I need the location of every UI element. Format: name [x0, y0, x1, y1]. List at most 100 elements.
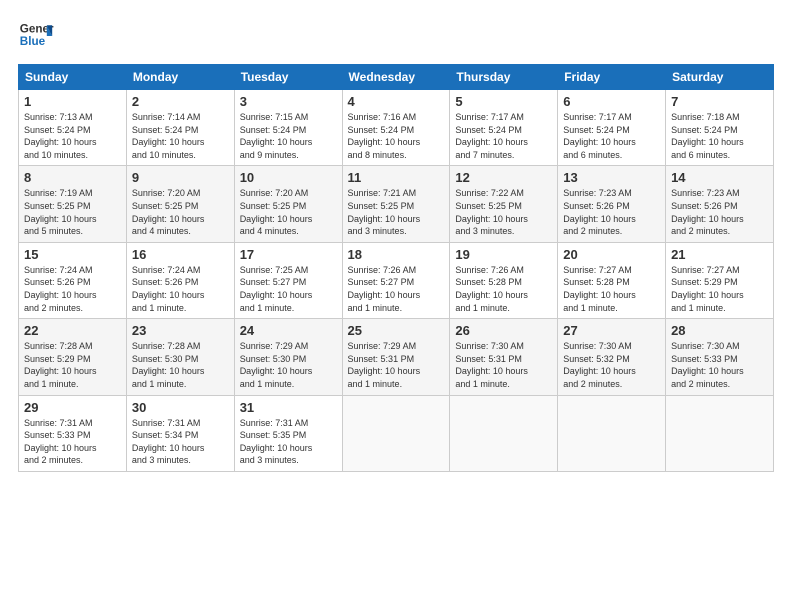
day-cell: 7Sunrise: 7:18 AM Sunset: 5:24 PM Daylig…: [666, 90, 774, 166]
day-number: 8: [24, 170, 121, 185]
day-cell: 19Sunrise: 7:26 AM Sunset: 5:28 PM Dayli…: [450, 242, 558, 318]
day-info: Sunrise: 7:25 AM Sunset: 5:27 PM Dayligh…: [240, 264, 337, 314]
day-info: Sunrise: 7:26 AM Sunset: 5:28 PM Dayligh…: [455, 264, 552, 314]
day-info: Sunrise: 7:27 AM Sunset: 5:29 PM Dayligh…: [671, 264, 768, 314]
day-number: 23: [132, 323, 229, 338]
day-info: Sunrise: 7:27 AM Sunset: 5:28 PM Dayligh…: [563, 264, 660, 314]
day-cell: 18 Sunrise: 7:26 AM Sunset: 5:27 PM Dayli…: [342, 242, 450, 318]
day-number: 5: [455, 94, 552, 109]
day-number: 18: [348, 247, 445, 262]
day-cell: 5 Sunrise: 7:17 AM Sunset: 5:24 PM Daylig…: [450, 90, 558, 166]
day-cell: 1 Sunrise: 7:13 AM Sunset: 5:24 PM Daylig…: [19, 90, 127, 166]
day-number: 25: [348, 323, 445, 338]
day-number: 13: [563, 170, 660, 185]
page: General Blue SundayMondayTuesdayWednesda…: [0, 0, 792, 482]
day-info: Sunrise: 7:31 AM Sunset: 5:35 PM Dayligh…: [240, 417, 337, 467]
day-cell: 10 Sunrise: 7:20 AM Sunset: 5:25 PM Dayli…: [234, 166, 342, 242]
day-number: 12: [455, 170, 552, 185]
day-number: 10: [240, 170, 337, 185]
day-info: Sunrise: 7:29 AM Sunset: 5:30 PM Dayligh…: [240, 340, 337, 390]
day-number: 30: [132, 400, 229, 415]
day-info: Sunrise: 7:23 AM Sunset: 5:26 PM Dayligh…: [671, 187, 768, 237]
day-info: Sunrise: 7:29 AM Sunset: 5:31 PM Dayligh…: [348, 340, 445, 390]
header: General Blue: [18, 18, 774, 54]
header-saturday: Saturday: [666, 65, 774, 90]
day-info: Sunrise: 7:28 AM Sunset: 5:29 PM Dayligh…: [24, 340, 121, 390]
day-number: 7: [671, 94, 768, 109]
day-cell: 13 Sunrise: 7:23 AM Sunset: 5:26 PM Dayli…: [558, 166, 666, 242]
day-cell: [666, 395, 774, 471]
day-number: 3: [240, 94, 337, 109]
day-number: 14: [671, 170, 768, 185]
day-number: 28: [671, 323, 768, 338]
day-cell: [558, 395, 666, 471]
day-cell: 31Sunrise: 7:31 AM Sunset: 5:35 PM Dayli…: [234, 395, 342, 471]
day-cell: 26 Sunrise: 7:30 AM Sunset: 5:31 PM Dayli…: [450, 319, 558, 395]
day-cell: 20 Sunrise: 7:27 AM Sunset: 5:28 PM Dayli…: [558, 242, 666, 318]
day-info: Sunrise: 7:26 AM Sunset: 5:27 PM Dayligh…: [348, 264, 445, 314]
day-info: Sunrise: 7:30 AM Sunset: 5:31 PM Dayligh…: [455, 340, 552, 390]
day-cell: 6 Sunrise: 7:17 AM Sunset: 5:24 PM Daylig…: [558, 90, 666, 166]
day-cell: 21Sunrise: 7:27 AM Sunset: 5:29 PM Dayli…: [666, 242, 774, 318]
day-info: Sunrise: 7:24 AM Sunset: 5:26 PM Dayligh…: [24, 264, 121, 314]
day-cell: 2 Sunrise: 7:14 AM Sunset: 5:24 PM Daylig…: [126, 90, 234, 166]
day-cell: 25 Sunrise: 7:29 AM Sunset: 5:31 PM Dayli…: [342, 319, 450, 395]
day-cell: 3 Sunrise: 7:15 AM Sunset: 5:24 PM Daylig…: [234, 90, 342, 166]
day-cell: 30Sunrise: 7:31 AM Sunset: 5:34 PM Dayli…: [126, 395, 234, 471]
week-row-4: 29 Sunrise: 7:31 AM Sunset: 5:33 PM Dayli…: [19, 395, 774, 471]
week-row-3: 22 Sunrise: 7:28 AM Sunset: 5:29 PM Dayli…: [19, 319, 774, 395]
day-info: Sunrise: 7:15 AM Sunset: 5:24 PM Dayligh…: [240, 111, 337, 161]
day-cell: [450, 395, 558, 471]
day-cell: 28Sunrise: 7:30 AM Sunset: 5:33 PM Dayli…: [666, 319, 774, 395]
day-cell: 24Sunrise: 7:29 AM Sunset: 5:30 PM Dayli…: [234, 319, 342, 395]
day-cell: 11 Sunrise: 7:21 AM Sunset: 5:25 PM Dayli…: [342, 166, 450, 242]
day-info: Sunrise: 7:28 AM Sunset: 5:30 PM Dayligh…: [132, 340, 229, 390]
day-number: 11: [348, 170, 445, 185]
week-row-2: 15Sunrise: 7:24 AM Sunset: 5:26 PM Dayli…: [19, 242, 774, 318]
day-info: Sunrise: 7:17 AM Sunset: 5:24 PM Dayligh…: [455, 111, 552, 161]
day-info: Sunrise: 7:24 AM Sunset: 5:26 PM Dayligh…: [132, 264, 229, 314]
day-info: Sunrise: 7:13 AM Sunset: 5:24 PM Dayligh…: [24, 111, 121, 161]
day-number: 17: [240, 247, 337, 262]
day-cell: 23 Sunrise: 7:28 AM Sunset: 5:30 PM Dayli…: [126, 319, 234, 395]
day-cell: 16 Sunrise: 7:24 AM Sunset: 5:26 PM Dayli…: [126, 242, 234, 318]
day-info: Sunrise: 7:14 AM Sunset: 5:24 PM Dayligh…: [132, 111, 229, 161]
header-sunday: Sunday: [19, 65, 127, 90]
day-number: 1: [24, 94, 121, 109]
day-info: Sunrise: 7:23 AM Sunset: 5:26 PM Dayligh…: [563, 187, 660, 237]
day-cell: 17 Sunrise: 7:25 AM Sunset: 5:27 PM Dayli…: [234, 242, 342, 318]
day-number: 26: [455, 323, 552, 338]
svg-text:Blue: Blue: [20, 35, 46, 48]
day-number: 16: [132, 247, 229, 262]
day-info: Sunrise: 7:30 AM Sunset: 5:32 PM Dayligh…: [563, 340, 660, 390]
day-info: Sunrise: 7:20 AM Sunset: 5:25 PM Dayligh…: [240, 187, 337, 237]
logo: General Blue: [18, 18, 58, 54]
day-cell: 15Sunrise: 7:24 AM Sunset: 5:26 PM Dayli…: [19, 242, 127, 318]
logo-icon: General Blue: [18, 18, 54, 54]
day-number: 9: [132, 170, 229, 185]
header-friday: Friday: [558, 65, 666, 90]
day-number: 22: [24, 323, 121, 338]
day-number: 29: [24, 400, 121, 415]
day-cell: 27 Sunrise: 7:30 AM Sunset: 5:32 PM Dayli…: [558, 319, 666, 395]
day-cell: 4 Sunrise: 7:16 AM Sunset: 5:24 PM Daylig…: [342, 90, 450, 166]
day-info: Sunrise: 7:21 AM Sunset: 5:25 PM Dayligh…: [348, 187, 445, 237]
day-cell: 22 Sunrise: 7:28 AM Sunset: 5:29 PM Dayli…: [19, 319, 127, 395]
day-info: Sunrise: 7:20 AM Sunset: 5:25 PM Dayligh…: [132, 187, 229, 237]
day-number: 27: [563, 323, 660, 338]
day-cell: 29 Sunrise: 7:31 AM Sunset: 5:33 PM Dayli…: [19, 395, 127, 471]
day-number: 2: [132, 94, 229, 109]
day-number: 20: [563, 247, 660, 262]
header-monday: Monday: [126, 65, 234, 90]
day-info: Sunrise: 7:17 AM Sunset: 5:24 PM Dayligh…: [563, 111, 660, 161]
day-info: Sunrise: 7:31 AM Sunset: 5:33 PM Dayligh…: [24, 417, 121, 467]
day-info: Sunrise: 7:16 AM Sunset: 5:24 PM Dayligh…: [348, 111, 445, 161]
day-cell: [342, 395, 450, 471]
day-number: 4: [348, 94, 445, 109]
day-cell: 9 Sunrise: 7:20 AM Sunset: 5:25 PM Daylig…: [126, 166, 234, 242]
day-info: Sunrise: 7:22 AM Sunset: 5:25 PM Dayligh…: [455, 187, 552, 237]
week-row-1: 8 Sunrise: 7:19 AM Sunset: 5:25 PM Daylig…: [19, 166, 774, 242]
calendar-table: SundayMondayTuesdayWednesdayThursdayFrid…: [18, 64, 774, 472]
day-info: Sunrise: 7:19 AM Sunset: 5:25 PM Dayligh…: [24, 187, 121, 237]
day-number: 6: [563, 94, 660, 109]
